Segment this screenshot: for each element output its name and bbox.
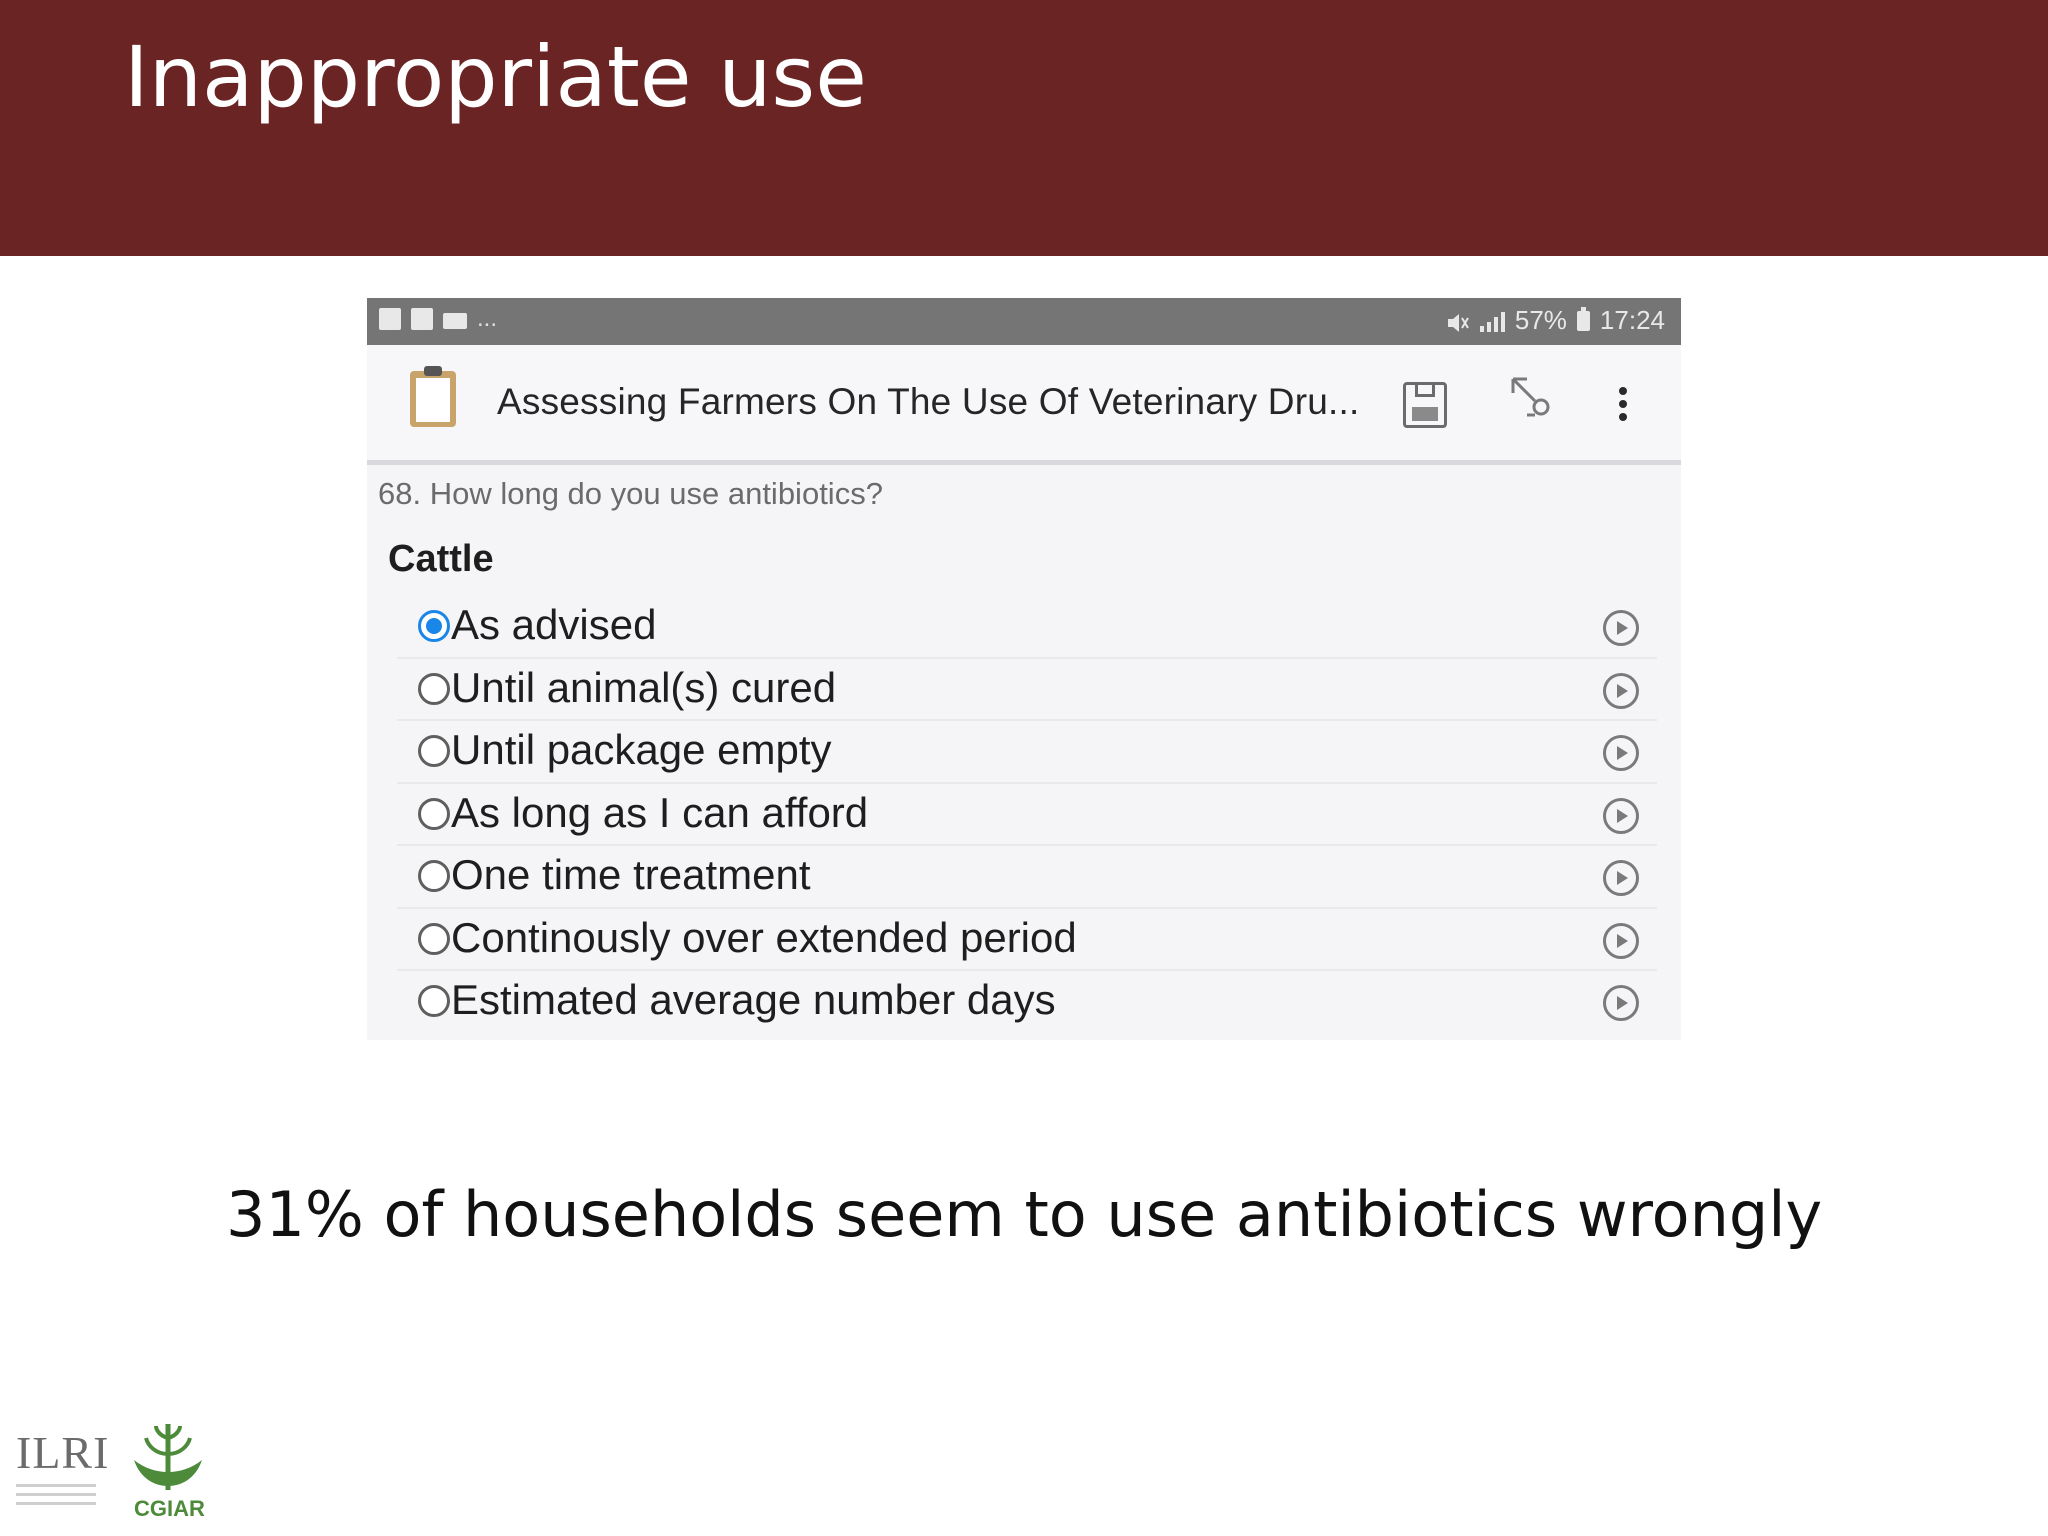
form-title: Assessing Farmers On The Use Of Veterina… bbox=[497, 381, 1360, 422]
ilri-logo: ILRI bbox=[16, 1427, 110, 1520]
play-icon[interactable] bbox=[1603, 735, 1639, 771]
options-list: As advised Until animal(s) cured Until p… bbox=[367, 596, 1681, 1034]
radio-icon[interactable] bbox=[418, 985, 450, 1017]
slide-title: Inappropriate use bbox=[124, 28, 867, 126]
radio-icon[interactable] bbox=[418, 672, 450, 705]
play-icon[interactable] bbox=[1603, 797, 1639, 834]
ilri-logo-text: ILRI bbox=[16, 1427, 110, 1478]
overflow-menu-icon[interactable] bbox=[1619, 387, 1627, 421]
clipboard-icon bbox=[410, 366, 456, 427]
slide-header: Inappropriate use bbox=[0, 0, 2048, 256]
more-notifications: ... bbox=[477, 305, 498, 332]
play-icon[interactable] bbox=[1603, 985, 1639, 1021]
notification-icons: ... bbox=[379, 305, 498, 332]
option-row[interactable]: As long as I can afford bbox=[397, 784, 1657, 846]
video-icon bbox=[443, 312, 467, 329]
app-toolbar: Assessing Farmers On The Use Of Veterina… bbox=[367, 345, 1681, 465]
radio-selected-icon[interactable] bbox=[418, 610, 450, 642]
edit-icon bbox=[411, 308, 433, 330]
option-label: As long as I can afford bbox=[451, 788, 869, 836]
option-row[interactable]: As advised bbox=[397, 596, 1657, 659]
play-icon[interactable] bbox=[1603, 860, 1639, 896]
question-text: 68. How long do you use antibiotics? bbox=[378, 476, 883, 511]
option-row[interactable]: One time treatment bbox=[397, 846, 1657, 909]
status-bar: ... 57% 17:24 bbox=[367, 298, 1681, 345]
clock: 17:24 bbox=[1599, 305, 1665, 335]
radio-icon[interactable] bbox=[418, 797, 450, 830]
play-icon[interactable] bbox=[1603, 922, 1639, 959]
cgiar-logo-text: CGIAR bbox=[134, 1496, 205, 1521]
battery-icon bbox=[1576, 306, 1590, 331]
mute-icon bbox=[1446, 310, 1470, 332]
play-icon[interactable] bbox=[1603, 610, 1639, 646]
jump-icon[interactable] bbox=[1509, 375, 1553, 432]
option-label: Continously over extended period bbox=[451, 913, 1077, 961]
cgiar-plant-icon bbox=[134, 1424, 202, 1490]
option-label: One time treatment bbox=[451, 851, 811, 898]
option-row[interactable]: Estimated average number days bbox=[397, 971, 1657, 1034]
signal-icon bbox=[1479, 310, 1505, 332]
status-icons: 57% 17:24 bbox=[1446, 305, 1665, 336]
radio-icon[interactable] bbox=[418, 922, 450, 955]
option-label: Estimated average number days bbox=[451, 976, 1056, 1023]
radio-icon[interactable] bbox=[418, 735, 450, 767]
cgiar-logo: CGIAR bbox=[126, 1420, 210, 1521]
save-icon[interactable] bbox=[1403, 382, 1447, 428]
group-label: Cattle bbox=[388, 538, 494, 580]
slide-caption: 31% of households seem to use antibiotic… bbox=[226, 1178, 1823, 1251]
option-label: Until animal(s) cured bbox=[451, 663, 837, 711]
option-row[interactable]: Until package empty bbox=[397, 721, 1657, 784]
ilri-logo-lines bbox=[16, 1484, 100, 1505]
option-label: As advised bbox=[451, 601, 657, 648]
radio-icon[interactable] bbox=[418, 860, 450, 892]
option-label: Until package empty bbox=[451, 726, 832, 773]
option-row[interactable]: Until animal(s) cured bbox=[397, 659, 1657, 721]
option-row[interactable]: Continously over extended period bbox=[397, 909, 1657, 971]
battery-percent: 57% bbox=[1514, 305, 1567, 335]
play-icon[interactable] bbox=[1603, 672, 1639, 709]
phone-screenshot: ... 57% 17:24 Assessing Farmers On The U… bbox=[367, 298, 1681, 1040]
image-icon bbox=[379, 308, 401, 330]
